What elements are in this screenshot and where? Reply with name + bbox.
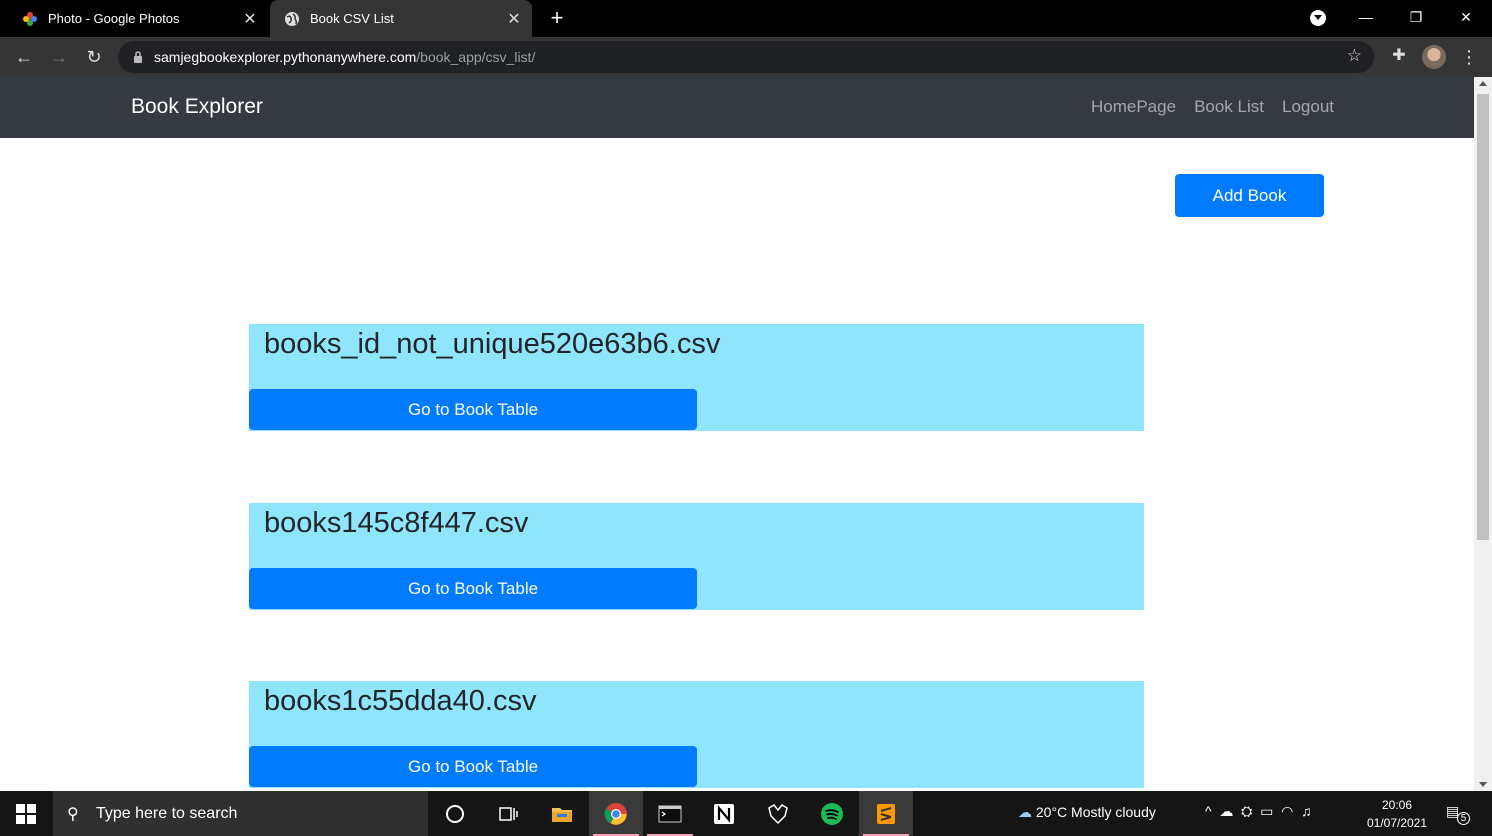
close-icon[interactable]: ✕ [502, 9, 526, 29]
windows-taskbar: ⚲ Type here to search ☁ 20°C Mostly clou… [0, 791, 1492, 836]
wolf-app-taskbar-icon[interactable] [751, 791, 805, 836]
task-view-icon[interactable] [481, 791, 535, 836]
scroll-up-icon[interactable] [1479, 81, 1487, 86]
taskbar-search-input[interactable]: ⚲ Type here to search [53, 791, 428, 836]
browser-toolbar: ← → ↻ samjegbookexplorer.pythonanywhere.… [0, 37, 1492, 77]
reload-icon[interactable]: ↻ [81, 44, 107, 70]
nav-link-homepage[interactable]: HomePage [1091, 97, 1176, 117]
scrollbar-thumb[interactable] [1477, 94, 1489, 540]
scroll-down-icon[interactable] [1479, 782, 1487, 787]
windows-start-icon[interactable] [16, 804, 36, 824]
page-scrollbar[interactable] [1474, 77, 1492, 791]
tab-search-icon[interactable] [1310, 10, 1326, 26]
notifications-icon[interactable]: 5 ▤ [1446, 803, 1470, 825]
csv-file-card: books1c55dda40.csv Go to Book Table [249, 681, 1144, 788]
sublime-taskbar-icon[interactable] [859, 791, 913, 836]
clock-date: 01/07/2021 [1366, 816, 1428, 830]
page-viewport: Book Explorer HomePage Book List Logout … [0, 77, 1474, 791]
tab-label: Photo - Google Photos [48, 11, 180, 26]
cortana-icon[interactable] [428, 791, 482, 836]
csv-file-name: books145c8f447.csv [264, 507, 529, 539]
onedrive-icon[interactable]: ☁ [1219, 803, 1233, 819]
search-placeholder: Type here to search [96, 805, 238, 822]
notion-taskbar-icon[interactable] [697, 791, 751, 836]
google-photos-icon [23, 11, 37, 26]
url-path: /book_app/csv_list/ [416, 49, 536, 65]
wifi-icon[interactable]: ◠ [1281, 803, 1293, 819]
terminal-icon [658, 805, 682, 823]
go-to-book-table-button[interactable]: Go to Book Table [249, 746, 697, 787]
address-bar[interactable]: samjegbookexplorer.pythonanywhere.com/bo… [118, 41, 1374, 73]
menu-kebab-icon[interactable]: ⋮ [1460, 45, 1478, 69]
cloud-sun-icon: ☁ [1018, 804, 1032, 820]
go-to-book-table-button[interactable]: Go to Book Table [249, 568, 697, 609]
brand-logo[interactable]: Book Explorer [131, 95, 263, 119]
terminal-taskbar-icon[interactable] [643, 791, 697, 836]
forward-icon[interactable]: → [46, 44, 72, 70]
url-host: samjegbookexplorer.pythonanywhere.com [154, 49, 417, 65]
new-tab-button[interactable]: + [545, 5, 569, 31]
notification-badge: 5 [1457, 812, 1470, 825]
clock-time: 20:06 [1381, 798, 1413, 812]
avatar[interactable] [1422, 45, 1446, 69]
back-icon[interactable]: ← [11, 44, 37, 70]
cortana-circle-icon [446, 805, 464, 823]
chrome-taskbar-icon[interactable] [589, 791, 643, 836]
add-book-button[interactable]: Add Book [1175, 174, 1324, 217]
tab-google-photos[interactable]: Photo - Google Photos ✕ [8, 0, 268, 37]
volume-icon[interactable]: ♫ [1301, 803, 1312, 819]
go-to-book-table-button[interactable]: Go to Book Table [249, 389, 697, 430]
sublime-text-icon [877, 804, 895, 824]
tab-book-csv-list[interactable]: Book CSV List ✕ [270, 0, 532, 37]
globe-icon [285, 11, 299, 26]
csv-file-name: books1c55dda40.csv [264, 685, 537, 717]
nav-links: HomePage Book List Logout [1091, 97, 1334, 117]
nav-link-book-list[interactable]: Book List [1194, 97, 1264, 117]
chrome-icon [604, 803, 627, 825]
taskbar-clock[interactable]: 20:06 01/07/2021 [1360, 796, 1434, 832]
tab-label: Book CSV List [310, 11, 394, 26]
csv-file-name: books_id_not_unique520e63b6.csv [264, 328, 721, 360]
search-icon: ⚲ [67, 806, 79, 823]
folder-icon [552, 808, 572, 822]
csv-file-card: books_id_not_unique520e63b6.csv Go to Bo… [249, 324, 1144, 431]
system-tray: ^ ☁ ⛭ ▭ ◠ ♫ [1205, 803, 1312, 820]
lock-icon [134, 51, 142, 63]
weather-text: 20°C Mostly cloudy [1035, 804, 1156, 820]
notion-icon [714, 804, 734, 824]
site-navbar: Book Explorer HomePage Book List Logout [0, 77, 1474, 138]
wolf-icon [768, 804, 788, 825]
minimize-icon[interactable]: — [1342, 0, 1390, 37]
nav-link-logout[interactable]: Logout [1282, 97, 1334, 117]
close-window-icon[interactable]: ✕ [1442, 0, 1490, 37]
bookmark-star-icon[interactable]: ☆ [1347, 46, 1362, 66]
battery-icon[interactable]: ▭ [1260, 803, 1273, 819]
chevron-up-icon[interactable]: ^ [1205, 803, 1212, 819]
task-view-glyph-icon [499, 807, 518, 821]
close-icon[interactable]: ✕ [238, 9, 262, 29]
spotify-icon [821, 803, 843, 825]
url-text: samjegbookexplorer.pythonanywhere.com/bo… [154, 49, 535, 65]
browser-tab-strip: Photo - Google Photos ✕ Book CSV List ✕ … [0, 0, 1492, 37]
extensions-puzzle-icon[interactable]: ✚ [1388, 45, 1410, 67]
usb-icon[interactable]: ⛭ [1241, 803, 1252, 819]
weather-widget[interactable]: ☁ 20°C Mostly cloudy [1018, 804, 1156, 821]
spotify-taskbar-icon[interactable] [805, 791, 859, 836]
restore-icon[interactable]: ❐ [1392, 0, 1440, 37]
file-explorer-icon[interactable] [535, 791, 589, 836]
csv-file-card: books145c8f447.csv Go to Book Table [249, 503, 1144, 610]
